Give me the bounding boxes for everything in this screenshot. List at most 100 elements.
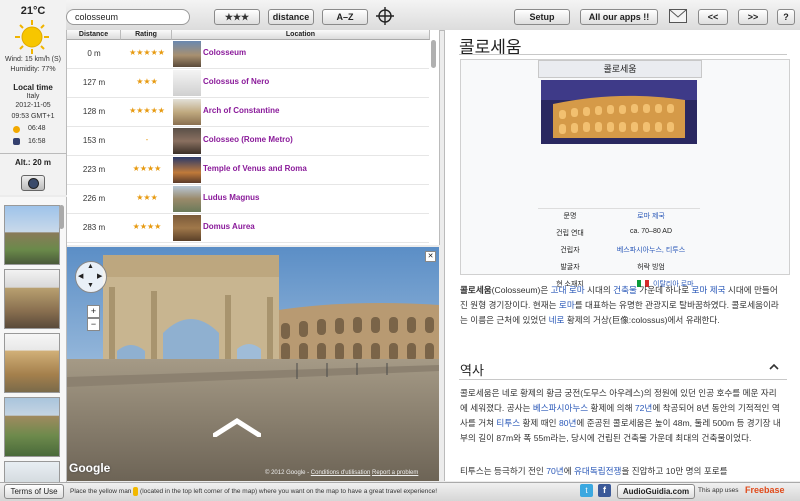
sort-distance-button[interactable]: distance <box>268 9 314 25</box>
link[interactable]: 고대 로마 <box>551 285 585 295</box>
sunset-icon <box>13 138 20 145</box>
heading-divider <box>459 379 787 380</box>
row-thumbnail <box>173 128 201 154</box>
link[interactable]: 80년 <box>559 418 576 428</box>
thumbnail-scrollbar[interactable] <box>59 205 64 229</box>
row-distance: 226 m <box>82 194 106 203</box>
terms-of-use-button[interactable]: Terms of Use <box>4 484 64 499</box>
help-button[interactable]: ? <box>777 9 795 25</box>
row-thumbnail <box>173 41 201 67</box>
link[interactable]: 70년 <box>546 466 563 476</box>
chevron-up-icon[interactable] <box>768 361 780 373</box>
row-title[interactable]: Ludus Magnus <box>203 193 259 202</box>
date-text: 2012-11-05 <box>15 102 51 109</box>
thumbnail-photo[interactable] <box>4 333 60 393</box>
row-distance: 128 m <box>82 107 106 116</box>
sun-icon <box>14 19 50 55</box>
infobox-value: 허락 빙엄 <box>637 264 665 271</box>
thumbnail-photo[interactable] <box>4 205 60 265</box>
link[interactable]: 72년 <box>635 403 652 413</box>
link[interactable]: 로마 제국 <box>692 285 726 295</box>
wind-text: Wind: 15 km/h (S) <box>4 56 61 63</box>
hint-part: (located in the top left corner of the m… <box>140 488 438 496</box>
row-title[interactable]: Arch of Constantine <box>203 106 279 115</box>
row-rating: ★★★★ <box>132 164 162 173</box>
column-header-distance[interactable]: Distance <box>67 30 121 40</box>
column-header-rating[interactable]: Rating <box>121 30 172 40</box>
link[interactable]: 로마 <box>559 300 575 310</box>
setup-button[interactable]: Setup <box>514 9 570 25</box>
temperature: 21°C <box>20 5 46 17</box>
infobox-image <box>541 80 697 144</box>
facebook-icon[interactable]: f <box>598 484 611 497</box>
link[interactable]: 베스파시아누스 <box>533 403 588 413</box>
article-panel[interactable]: 콜로세움 콜로세움 문명 로마 제국 건립 연대 ca. 70–80 AD 건립… <box>444 30 800 481</box>
close-icon[interactable]: ✕ <box>425 251 436 262</box>
row-title[interactable]: Domus Aurea <box>203 222 255 231</box>
list-row[interactable]: 127 m ★★★ Colossus of Nero <box>67 69 429 98</box>
infobox-label: 발굴자 <box>560 264 580 271</box>
infobox-value[interactable]: 로마 제국 <box>601 211 701 221</box>
row-rating: ★★★ <box>136 193 158 202</box>
link[interactable]: 건축물 <box>613 285 637 295</box>
audioguidia-button[interactable]: AudioGuidia.com <box>617 484 695 499</box>
row-title[interactable]: Colosseo (Rome Metro) <box>203 135 293 144</box>
title-divider <box>459 54 787 55</box>
back-button[interactable]: << <box>698 9 728 25</box>
thumbnail-photo[interactable] <box>4 461 60 482</box>
thumbnail-photo[interactable] <box>4 269 60 329</box>
crosshair-icon[interactable] <box>376 7 394 25</box>
link[interactable]: 티투스 <box>496 418 520 428</box>
list-row[interactable]: 223 m ★★★★ Temple of Venus and Roma <box>67 156 429 185</box>
google-logo: Google <box>69 461 111 475</box>
all-apps-button[interactable]: All our apps !! <box>580 9 658 25</box>
text: 황제의 거상(巨像:colossus)에서 유래한다. <box>564 315 720 325</box>
map-attribution: © 2012 Google - Conditions d'utilisation… <box>265 470 418 476</box>
list-row[interactable]: 128 m ★★★★★ Arch of Constantine <box>67 98 429 127</box>
camera-icon[interactable] <box>21 175 45 191</box>
terms-link[interactable]: Conditions d'utilisation <box>311 470 371 476</box>
photo-thumbnails[interactable] <box>0 197 67 482</box>
row-title[interactable]: Temple of Venus and Roma <box>203 164 307 173</box>
row-title[interactable]: Colossus of Nero <box>203 77 269 86</box>
row-title[interactable]: Colosseum <box>203 48 246 57</box>
text: 황제에 의해 <box>588 403 635 413</box>
infobox-value: ca. 70–80 AD <box>629 228 673 235</box>
navigation-arrow-icon[interactable] <box>211 417 263 439</box>
twitter-icon[interactable]: t <box>580 484 593 497</box>
infobox-label: 문명 <box>563 213 577 220</box>
street-view-map[interactable]: ▲ ▼ ◀ ▶ + − ✕ Google © 2012 Google - Con… <box>67 247 439 481</box>
street-view-image <box>67 247 439 481</box>
list-row[interactable]: 226 m ★★★ Ludus Magnus <box>67 185 429 214</box>
list-row[interactable]: 0 m ★★★★★ Colosseum <box>67 40 429 69</box>
list-scrollbar[interactable] <box>431 40 436 68</box>
mail-icon[interactable] <box>669 9 687 23</box>
forward-button[interactable]: >> <box>738 9 768 25</box>
pan-control[interactable]: ▲ ▼ ◀ ▶ <box>75 261 107 293</box>
link[interactable]: 유대독립전쟁 <box>574 466 621 476</box>
sort-az-button[interactable]: A–Z <box>322 9 368 25</box>
list-row[interactable]: 153 m - Colosseo (Rome Metro) <box>67 127 429 156</box>
pegman-icon <box>133 487 139 496</box>
list-row[interactable]: 283 m ★★★★ Domus Aurea <box>67 214 429 243</box>
row-rating: - <box>145 135 149 144</box>
time-text: 09:53 GMT+1 <box>11 113 55 120</box>
map-copyright: © 2012 Google - <box>265 470 310 476</box>
link[interactable]: 네로 <box>549 315 565 325</box>
text: 에 <box>563 466 574 476</box>
location-list[interactable]: Distance Rating Location 0 m ★★★★★ Colos… <box>67 30 440 245</box>
infobox-value[interactable]: 베스파시아누스, 티투스 <box>601 245 701 255</box>
sort-rating-button[interactable]: ★★★ <box>214 9 260 25</box>
uses-text: This app uses <box>698 487 739 494</box>
country-text: Italy <box>26 93 40 100</box>
row-thumbnail <box>173 70 201 96</box>
thumbnail-photo[interactable] <box>4 397 60 457</box>
zoom-out-button[interactable]: − <box>87 318 100 331</box>
row-rating: ★★★ <box>136 77 158 86</box>
row-distance: 153 m <box>82 136 106 145</box>
paragraph: 티투스는 등극하기 전인 70년에 유대독립전쟁을 진압하고 10만 명의 포로… <box>460 464 784 479</box>
search-input[interactable]: colosseum <box>66 9 190 25</box>
column-header-location[interactable]: Location <box>172 30 430 40</box>
zoom-in-button[interactable]: + <box>87 305 100 318</box>
report-link[interactable]: Report a problem <box>372 470 418 476</box>
